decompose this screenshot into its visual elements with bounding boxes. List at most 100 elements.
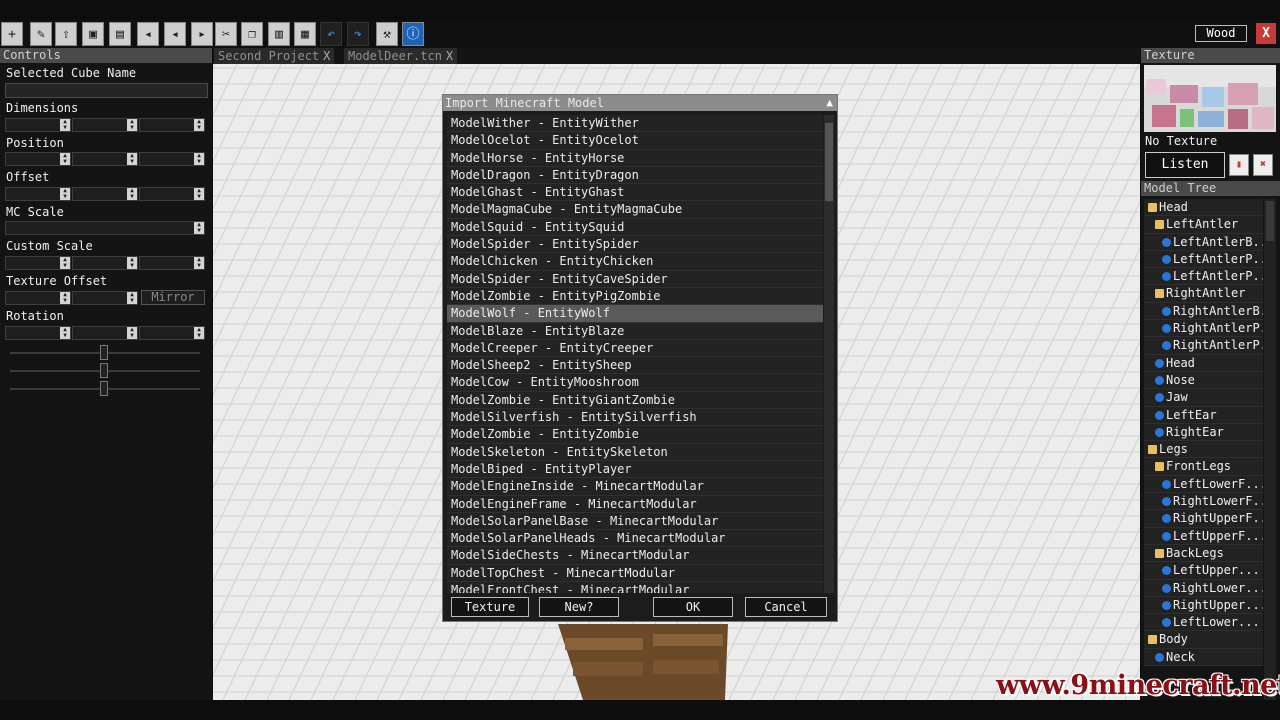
model-list-item[interactable]: ModelGhast - EntityGhast bbox=[447, 184, 823, 202]
spinner-arrows-icon[interactable]: ▲ ▼ bbox=[60, 292, 70, 304]
tree-item[interactable]: LeftLower... bbox=[1144, 614, 1263, 632]
tree-item[interactable]: Neck bbox=[1144, 648, 1263, 667]
model-tree-scrollbar[interactable] bbox=[1264, 199, 1276, 700]
cancel-button[interactable]: Cancel bbox=[745, 597, 827, 617]
model-list-item[interactable]: ModelZombie - EntityPigZombie bbox=[447, 287, 823, 306]
model-list-item[interactable]: ModelSolarPanelHeads - MinecartModular bbox=[447, 530, 823, 548]
tree-item[interactable]: FrontLegs bbox=[1144, 458, 1263, 476]
tree-item[interactable]: Nose bbox=[1144, 371, 1263, 390]
spinner-arrows-icon[interactable]: ▲ ▼ bbox=[60, 119, 70, 131]
model-list-item[interactable]: ModelEngineInside - MinecartModular bbox=[447, 478, 823, 496]
model-list-item[interactable]: ModelSkeleton - EntitySkeleton bbox=[447, 443, 823, 461]
dimension-x-spinner[interactable]: ▲ ▼ bbox=[5, 118, 71, 132]
rotation-y-slider[interactable] bbox=[10, 363, 200, 378]
spinner-arrows-icon[interactable]: ▲ ▼ bbox=[194, 188, 204, 200]
model-list-item[interactable]: ModelSquid - EntitySquid bbox=[447, 218, 823, 237]
tree-item[interactable]: RightAntlerP... bbox=[1144, 337, 1263, 355]
spinner-arrows-icon[interactable]: ▲ ▼ bbox=[127, 119, 137, 131]
info-icon[interactable]: ⓘ bbox=[402, 22, 424, 46]
listen-button[interactable]: Listen bbox=[1145, 152, 1225, 178]
model-list-item[interactable]: ModelFrontChest - MinecartModular bbox=[447, 582, 823, 593]
close-app-button[interactable]: X bbox=[1256, 23, 1276, 44]
paste-icon[interactable]: ▥ bbox=[268, 22, 290, 46]
save-as-icon[interactable]: ▤ bbox=[109, 22, 131, 46]
model-list-item[interactable]: ModelCreeper - EntityCreeper bbox=[447, 339, 823, 358]
tree-item[interactable]: LeftUpper... bbox=[1144, 562, 1263, 580]
rotation-y-spinner[interactable]: ▲ ▼ bbox=[72, 326, 138, 340]
tree-item[interactable]: Head bbox=[1144, 199, 1263, 217]
new-button[interactable]: New? bbox=[539, 597, 619, 617]
texture-offset-y-spinner[interactable]: ▲ ▼ bbox=[72, 291, 138, 305]
tree-item[interactable]: RightLowerF... bbox=[1144, 493, 1263, 511]
spinner-arrows-icon[interactable]: ▲ ▼ bbox=[127, 292, 137, 304]
spinner-arrows-icon[interactable]: ▲ ▼ bbox=[60, 327, 70, 339]
collapse-arrow-icon[interactable]: ▲ bbox=[826, 95, 833, 111]
spinner-arrows-icon[interactable]: ▲ ▼ bbox=[60, 257, 70, 269]
tree-item[interactable]: RightUpperF... bbox=[1144, 510, 1263, 528]
model-list-item[interactable]: ModelZombie - EntityGiantZombie bbox=[447, 391, 823, 410]
selected-cube-name-field[interactable] bbox=[5, 83, 208, 98]
tree-item[interactable]: Body bbox=[1144, 631, 1263, 649]
model-list-item[interactable]: ModelTopChest - MinecartModular bbox=[447, 564, 823, 583]
texture-offset-x-spinner[interactable]: ▲ ▼ bbox=[5, 291, 71, 305]
undo-icon[interactable]: ↶ bbox=[320, 22, 342, 46]
rotation-z-slider[interactable] bbox=[10, 381, 200, 396]
tree-item[interactable]: LeftAntler bbox=[1144, 216, 1263, 234]
tree-item[interactable]: BackLegs bbox=[1144, 544, 1263, 563]
model-list-item[interactable]: ModelBiped - EntityPlayer bbox=[447, 460, 823, 479]
add-texture-icon[interactable]: ▮ bbox=[1229, 154, 1249, 176]
copy-icon[interactable]: ❐ bbox=[241, 22, 263, 46]
mc-scale-spinner[interactable]: ▲ ▼ bbox=[5, 221, 205, 235]
offset-x-spinner[interactable]: ▲ ▼ bbox=[5, 187, 71, 201]
tab-close-icon[interactable]: X bbox=[446, 49, 453, 63]
model-list-item[interactable]: ModelWither - EntityWither bbox=[447, 115, 823, 133]
import-icon[interactable]: ◂ bbox=[137, 22, 159, 46]
custom-scale-z-spinner[interactable]: ▲ ▼ bbox=[139, 256, 205, 270]
tree-item[interactable]: RightAntlerB... bbox=[1144, 302, 1263, 321]
tree-item[interactable]: LeftLowerF... bbox=[1144, 475, 1263, 494]
model-list-item[interactable]: ModelSilverfish - EntitySilverfish bbox=[447, 409, 823, 427]
tools-icon[interactable]: ⚒ bbox=[376, 22, 398, 46]
tree-item[interactable]: LeftEar bbox=[1144, 406, 1263, 424]
spinner-arrows-icon[interactable]: ▲ ▼ bbox=[127, 257, 137, 269]
dimension-y-spinner[interactable]: ▲ ▼ bbox=[72, 118, 138, 132]
dialog-title-bar[interactable]: Import Minecraft Model ▲ bbox=[443, 95, 837, 111]
spinner-arrows-icon[interactable]: ▲ ▼ bbox=[127, 188, 137, 200]
position-z-spinner[interactable]: ▲ ▼ bbox=[139, 152, 205, 166]
custom-scale-y-spinner[interactable]: ▲ ▼ bbox=[72, 256, 138, 270]
spinner-arrows-icon[interactable]: ▲ ▼ bbox=[194, 222, 204, 234]
tree-item[interactable]: LeftAntlerP... bbox=[1144, 268, 1263, 286]
model-list-item[interactable]: ModelSpider - EntitySpider bbox=[447, 236, 823, 254]
model-list-item[interactable]: ModelMagmaCube - EntityMagmaCube bbox=[447, 201, 823, 219]
slider-thumb[interactable] bbox=[100, 363, 108, 378]
rotation-x-spinner[interactable]: ▲ ▼ bbox=[5, 326, 71, 340]
scrollbar-thumb[interactable] bbox=[1266, 201, 1274, 241]
offset-y-spinner[interactable]: ▲ ▼ bbox=[72, 187, 138, 201]
slider-thumb[interactable] bbox=[100, 345, 108, 360]
tab-close-icon[interactable]: X bbox=[323, 49, 330, 63]
tree-item[interactable]: LeftUpperF... bbox=[1144, 527, 1263, 545]
offset-z-spinner[interactable]: ▲ ▼ bbox=[139, 187, 205, 201]
tree-item[interactable]: RightAntlerP... bbox=[1144, 320, 1263, 338]
tree-item[interactable]: RightEar bbox=[1144, 423, 1263, 442]
spinner-arrows-icon[interactable]: ▲ ▼ bbox=[127, 153, 137, 165]
redo-icon[interactable]: ↷ bbox=[347, 22, 369, 46]
position-y-spinner[interactable]: ▲ ▼ bbox=[72, 152, 138, 166]
texture-preview[interactable] bbox=[1144, 65, 1276, 132]
ok-button[interactable]: OK bbox=[653, 597, 733, 617]
model-list-item[interactable]: ModelEngineFrame - MinecartModular bbox=[447, 495, 823, 513]
model-list-scrollbar[interactable] bbox=[824, 115, 834, 593]
spinner-arrows-icon[interactable]: ▲ ▼ bbox=[194, 153, 204, 165]
texture-button[interactable]: Texture bbox=[451, 597, 529, 617]
tree-item[interactable]: RightUpper... bbox=[1144, 596, 1263, 615]
tree-item[interactable]: Head bbox=[1144, 354, 1263, 372]
spinner-arrows-icon[interactable]: ▲ ▼ bbox=[194, 327, 204, 339]
spinner-arrows-icon[interactable]: ▲ ▼ bbox=[60, 188, 70, 200]
cut-icon[interactable]: ✂ bbox=[215, 22, 237, 46]
model-list-item[interactable]: ModelZombie - EntityZombie bbox=[447, 426, 823, 444]
dimension-z-spinner[interactable]: ▲ ▼ bbox=[139, 118, 205, 132]
tree-item[interactable]: LeftAntlerP... bbox=[1144, 250, 1263, 269]
open-folder-icon[interactable]: ⇧ bbox=[55, 22, 77, 46]
spinner-arrows-icon[interactable]: ▲ ▼ bbox=[127, 327, 137, 339]
model-list-item[interactable]: ModelSolarPanelBase - MinecartModular bbox=[447, 512, 823, 531]
